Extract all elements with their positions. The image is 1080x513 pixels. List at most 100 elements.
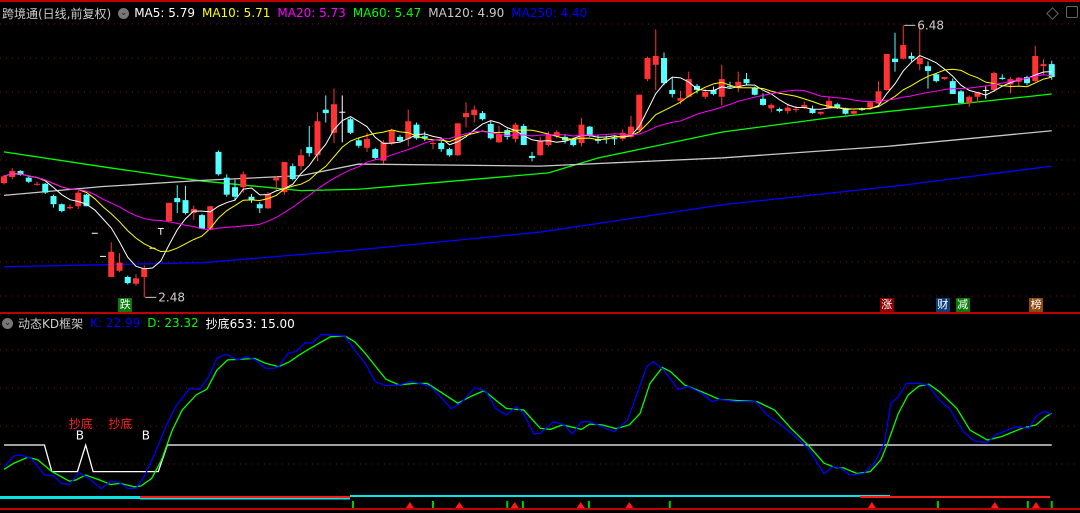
candle-body <box>586 126 593 136</box>
candle-body <box>223 177 230 195</box>
candle-body <box>900 45 907 59</box>
candle-body <box>91 232 98 234</box>
candle-body <box>892 58 898 63</box>
signal-tick <box>936 501 939 508</box>
candle-body <box>966 96 973 103</box>
candle-body <box>42 183 49 193</box>
signal-tick <box>668 501 671 508</box>
candle-body <box>446 149 453 156</box>
event-badge[interactable]: 涨 <box>879 298 894 312</box>
candle-body <box>232 187 238 197</box>
candle-body <box>100 255 106 257</box>
candle-body <box>339 111 346 113</box>
signal-tick <box>506 501 509 508</box>
buy-marker: B <box>142 428 150 442</box>
buy-triangle-icon <box>990 502 999 508</box>
signal-tick <box>587 501 590 508</box>
candle-body <box>355 140 362 146</box>
candle-body <box>124 276 131 284</box>
volume-band <box>350 495 890 497</box>
candle-body <box>743 79 750 84</box>
candle-body <box>925 66 931 71</box>
candle-body <box>949 81 956 95</box>
candle-body <box>578 124 585 143</box>
candle-body <box>817 111 824 114</box>
candle-body <box>174 198 181 203</box>
candle-body <box>867 102 874 108</box>
candle-body <box>141 268 148 277</box>
candle-body <box>850 111 857 114</box>
candle-body <box>883 53 890 90</box>
candle-body <box>1040 64 1047 67</box>
candle-body <box>776 109 783 112</box>
event-badge[interactable]: 榜 <box>1029 298 1044 312</box>
candle-body <box>314 121 321 156</box>
signal-tick <box>521 501 524 508</box>
buy-triangle-icon <box>576 502 585 508</box>
ma20-line <box>3 74 1052 231</box>
volume-band <box>140 496 350 498</box>
candle-body <box>34 183 40 185</box>
candle-body <box>463 113 469 118</box>
candle-body <box>999 77 1006 80</box>
candle-body <box>760 98 766 105</box>
buy-triangle-icon <box>867 502 876 508</box>
candle-body <box>347 119 354 133</box>
candle-body <box>611 138 618 140</box>
candle-body <box>661 58 667 84</box>
buy-marker: B <box>76 428 84 442</box>
candle-body <box>793 109 799 110</box>
candle-body <box>75 192 82 207</box>
candle-body <box>256 204 263 209</box>
candle-body <box>479 113 486 120</box>
event-badge[interactable]: 减 <box>955 298 970 312</box>
candle-body <box>751 87 758 95</box>
bottom-signal-label: 抄底 <box>108 416 132 431</box>
candle-body <box>471 109 478 116</box>
signal-tick <box>1026 501 1029 508</box>
volume-band <box>0 496 140 499</box>
candle-body <box>916 58 923 65</box>
ma60-line <box>3 93 1052 192</box>
candle-body <box>364 138 370 148</box>
candle-body <box>108 251 115 277</box>
candle-body <box>116 262 123 271</box>
candle-body <box>388 130 395 144</box>
candle-body <box>372 149 379 158</box>
candle-body <box>322 109 329 114</box>
candle-body <box>908 55 915 59</box>
candle-body <box>1 176 7 184</box>
candle-body <box>306 147 313 154</box>
candle-body <box>166 202 172 222</box>
price-chart: 2.48 6.48 <box>0 18 1080 304</box>
k-line <box>3 333 1053 490</box>
event-badge[interactable]: 跌 <box>118 298 133 312</box>
candle-body <box>991 72 997 90</box>
event-badge[interactable]: 财 <box>935 298 950 312</box>
candle-body <box>545 134 552 146</box>
candle-body <box>199 215 205 229</box>
candle-body <box>768 104 775 109</box>
signal-tick <box>351 501 354 508</box>
candle-body <box>50 196 57 205</box>
candle-body <box>487 123 494 139</box>
candle-body <box>405 121 412 139</box>
candle-body <box>133 278 139 284</box>
candle-body <box>669 89 676 95</box>
candle-body <box>265 194 271 209</box>
candle-body <box>438 143 445 150</box>
candle-body <box>652 55 659 65</box>
volume-band <box>860 496 1050 498</box>
candle-body <box>58 204 65 211</box>
candle-body <box>1032 55 1039 82</box>
volume-band <box>140 498 350 500</box>
candle-body <box>215 151 222 175</box>
candle-body <box>298 155 304 167</box>
signal-line <box>4 442 1052 473</box>
price-extreme-label: 2.48 <box>158 290 185 304</box>
candle-body <box>240 174 247 188</box>
buy-triangle-icon <box>1032 502 1041 508</box>
buy-triangle-icon <box>510 502 519 508</box>
ma5-line <box>3 54 1052 270</box>
kd-indicator-chart: 抄底 抄底B B <box>0 333 1080 510</box>
